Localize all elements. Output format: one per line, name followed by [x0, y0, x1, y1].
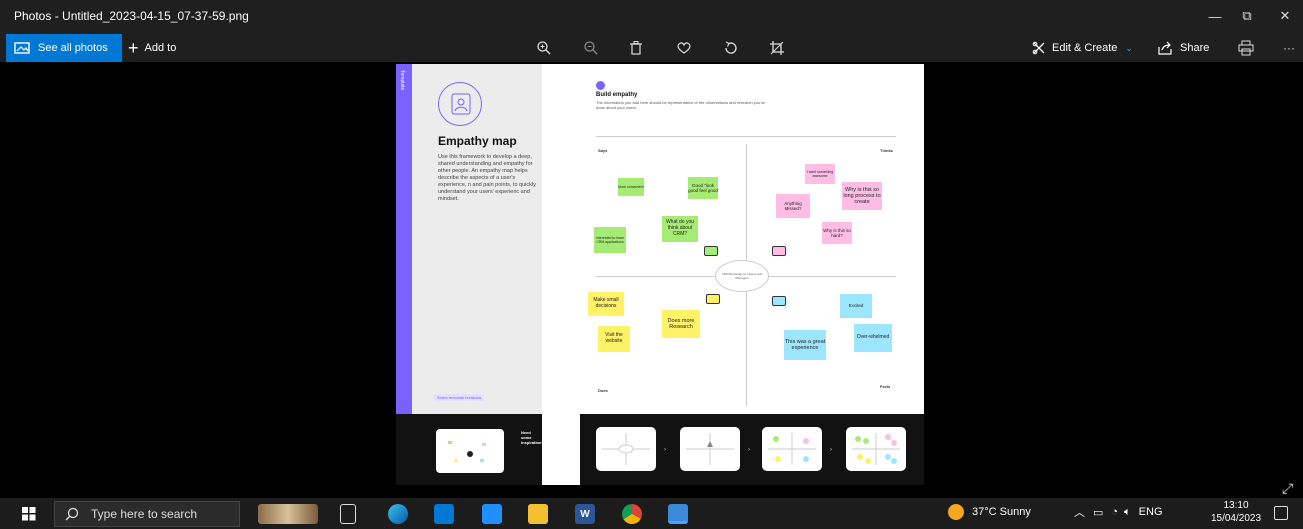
close-button[interactable]: ✕	[1262, 0, 1303, 32]
toolbar: See all photos + Add to Edit & Create ⌄ …	[0, 32, 1303, 62]
says-label: Says	[598, 148, 608, 153]
sticky-note: Anything Missed?	[776, 194, 810, 218]
sticky-note: Excited	[840, 294, 872, 318]
empathy-map-title: Empathy map	[438, 134, 517, 148]
inspiration-thumbnail	[436, 429, 504, 473]
thinks-label: Thinks	[880, 148, 893, 153]
sticky-note: Make small decisions	[588, 292, 624, 316]
chat-bubble-icon	[704, 246, 718, 256]
displayed-image: Template Empathy map Use this framework …	[396, 64, 924, 485]
meet-icon[interactable]: ▭	[1093, 506, 1103, 519]
sticky-note: I want something awesome	[805, 164, 835, 184]
chevron-up-icon[interactable]: ︿	[1074, 504, 1085, 520]
crop-icon[interactable]	[766, 37, 788, 59]
inspiration-teaser: Need some inspiration?	[521, 430, 544, 445]
search-icon	[65, 507, 79, 521]
thumbs-up-icon	[706, 294, 720, 304]
file-explorer-icon[interactable]	[528, 504, 548, 524]
purple-dot-icon	[596, 81, 605, 90]
weather-widget[interactable]: 37°C Sunny	[948, 504, 1031, 520]
language-indicator[interactable]: ENG	[1139, 506, 1163, 518]
top-divider	[596, 136, 896, 137]
title-bar: Photos - Untitled_2023-04-15_07-37-59.pn…	[0, 0, 1303, 32]
empathy-icon	[438, 82, 482, 126]
see-all-photos-label: See all photos	[38, 42, 108, 54]
zoom-out-icon[interactable]	[580, 37, 602, 59]
rotate-icon[interactable]	[720, 37, 742, 59]
weather-text: 37°C Sunny	[972, 506, 1031, 518]
zoom-in-icon[interactable]	[533, 37, 555, 59]
share-button[interactable]: Share	[1158, 34, 1209, 62]
sticky-note: Does more Research	[662, 310, 700, 338]
flow-step-thumbnail	[762, 427, 822, 471]
build-empathy-title: Build empathy	[596, 92, 638, 98]
clock-time: 13:10	[1223, 500, 1249, 511]
sticky-note: What do you think about CRM?	[662, 216, 698, 242]
flow-step-thumbnail	[846, 427, 906, 471]
sticky-note: Why is this so hard?	[822, 222, 852, 244]
edit-create-icon	[1032, 41, 1045, 55]
clock-date: 15/04/2023	[1210, 513, 1262, 524]
photos-icon	[14, 42, 30, 54]
share-label: Share	[1180, 42, 1210, 54]
template-tag: Template	[399, 70, 405, 91]
chrome-icon[interactable]	[622, 504, 642, 524]
favorite-heart-icon[interactable]	[673, 37, 695, 59]
white-inset	[542, 414, 580, 485]
edit-create-label: Edit & Create	[1052, 42, 1118, 54]
share-icon	[1158, 41, 1172, 55]
center-topic: CRM Bootstrap for Clients and Managers	[715, 260, 769, 292]
sticky-note: Why is this so long process to create	[842, 182, 882, 210]
arrow-right-icon: ›	[830, 447, 832, 453]
store-icon[interactable]	[434, 504, 454, 524]
sticky-note: Good "look good feel good	[688, 177, 718, 199]
flow-step-thumbnail	[680, 427, 740, 471]
fullscreen-expand-icon[interactable]: ⤢	[1282, 480, 1293, 497]
mail-icon[interactable]	[482, 504, 502, 524]
see-all-photos-button[interactable]: See all photos	[6, 34, 122, 62]
heart-icon	[772, 296, 786, 306]
sticky-note: Visit the website	[598, 326, 630, 352]
search-placeholder: Type here to search	[91, 507, 198, 521]
flow-step-thumbnail	[596, 427, 656, 471]
arrow-right-icon: ›	[748, 447, 750, 453]
feels-label: Feels	[880, 384, 891, 389]
add-to-label: Add to	[144, 42, 177, 54]
delete-icon[interactable]	[625, 37, 647, 59]
sun-icon	[948, 504, 964, 520]
add-to-button[interactable]: + Add to	[128, 34, 176, 62]
sticky-note: More convenient	[618, 178, 644, 196]
word-icon[interactable]: W	[575, 504, 595, 524]
plus-icon: +	[128, 38, 139, 58]
arrow-right-icon: ›	[664, 447, 666, 453]
chevron-down-icon: ⌄	[1125, 42, 1133, 53]
taskbar-search-box[interactable]: Type here to search	[54, 501, 240, 527]
does-label: Does	[598, 388, 608, 393]
wifi-icon[interactable]: ◔	[1111, 506, 1118, 518]
tray-icons: ︿ ▭ ◔ 🔈︎ ENG	[1074, 504, 1163, 520]
search-highlight-image-icon	[258, 504, 318, 524]
sticky-note: Interested to learn CRM applications	[594, 227, 626, 253]
share-feedback-link: Share template feedback	[434, 394, 485, 401]
windows-start-icon[interactable]	[22, 507, 36, 521]
template-side-bar: Template	[396, 64, 412, 414]
edit-create-button[interactable]: Edit & Create ⌄	[1032, 34, 1133, 62]
taskbar: Type here to search W 37°C Sunny ︿ ▭ ◔ 🔈…	[0, 498, 1303, 529]
photo-viewer: Template Empathy map Use this framework …	[0, 62, 1303, 498]
volume-icon[interactable]: 🔈︎	[1124, 506, 1131, 519]
empathy-map-description: Use this framework to develop a deep, sh…	[438, 154, 536, 202]
photos-app-icon[interactable]	[668, 504, 688, 524]
system-clock[interactable]: 13:10 15/04/2023	[1208, 499, 1264, 525]
speech-icon	[772, 246, 786, 256]
more-options-icon[interactable]: ···	[1278, 37, 1300, 59]
sticky-note: This was a great experience	[784, 330, 826, 360]
task-view-icon[interactable]	[340, 504, 356, 524]
print-icon[interactable]	[1235, 37, 1257, 59]
sticky-note: Over-whelmed	[854, 324, 892, 352]
notifications-icon[interactable]	[1274, 506, 1288, 520]
edge-browser-icon[interactable]	[388, 504, 408, 524]
window-title: Photos - Untitled_2023-04-15_07-37-59.pn…	[14, 9, 249, 23]
build-empathy-description: The information you add here should be r…	[596, 100, 766, 110]
template-left-panel: Template Empathy map Use this framework …	[396, 64, 542, 414]
